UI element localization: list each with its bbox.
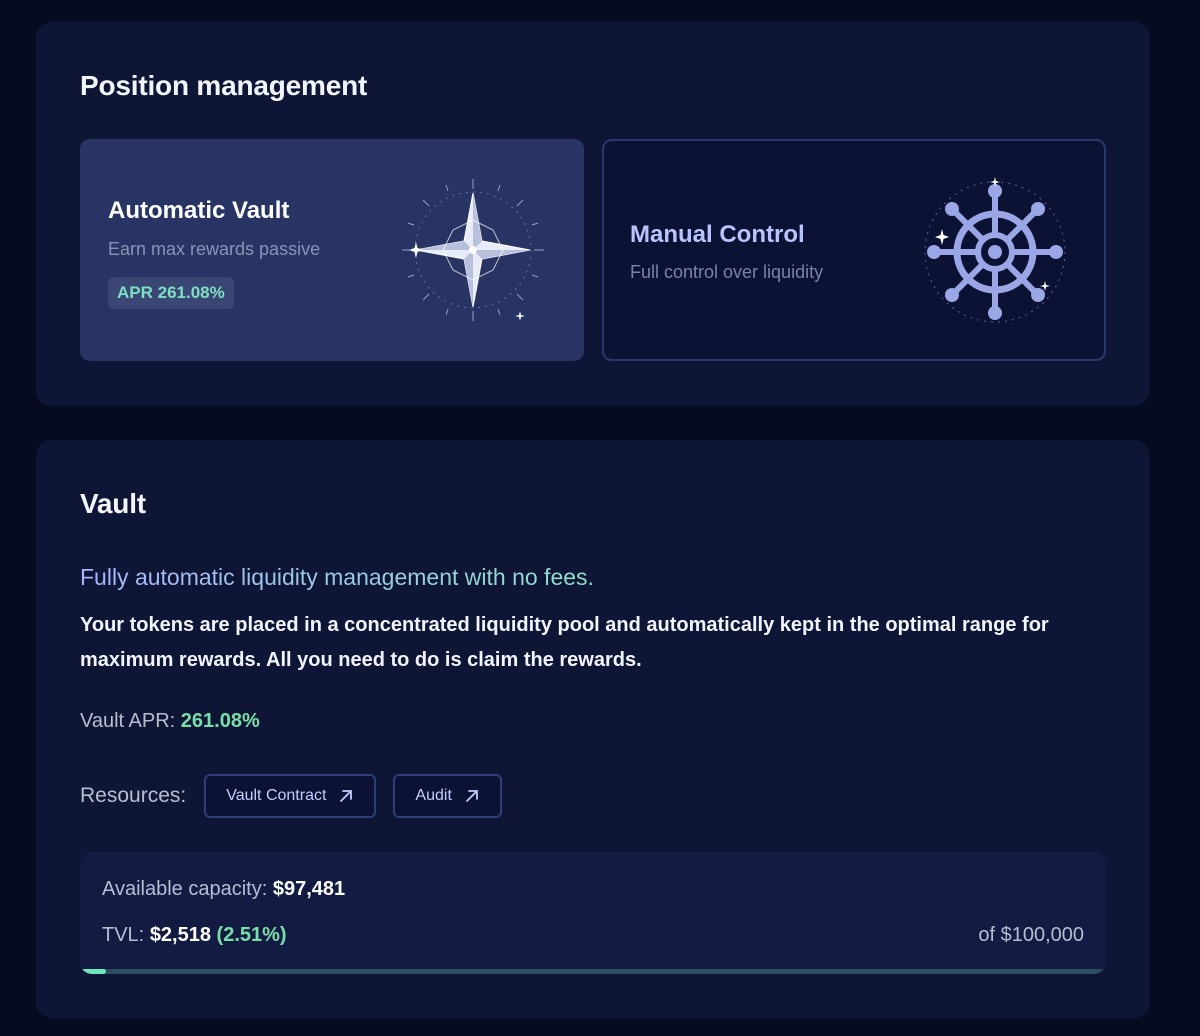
ship-wheel-icon	[924, 177, 1066, 323]
manual-control-title: Manual Control	[630, 221, 805, 248]
vault-headline: Fully automatic liquidity management wit…	[80, 564, 594, 590]
apr-badge: APR 261.08%	[108, 277, 234, 309]
vault-contract-label: Vault Contract	[226, 787, 327, 804]
manual-control-subtitle: Full control over liquidity	[630, 262, 824, 282]
vault-apr-value: 261.08%	[180, 710, 260, 732]
available-capacity-label: Available capacity:	[102, 878, 268, 900]
capacity-progress-track	[80, 969, 1106, 974]
compass-star-icon	[402, 179, 544, 321]
capacity-progress-fill	[80, 969, 106, 974]
automatic-vault-subtitle: Earn max rewards passive	[108, 239, 321, 259]
vault-apr: Vault APR: 261.08%	[80, 710, 260, 733]
available-capacity: Available capacity: $97,481	[102, 878, 345, 901]
vault-panel: Vault Fully automatic liquidity manageme…	[36, 440, 1150, 1018]
audit-link[interactable]: Audit	[393, 774, 502, 818]
manual-control-option[interactable]: Manual Control Full control over liquidi…	[602, 139, 1106, 361]
tvl: TVL: $2,518 (2.51%)	[102, 924, 287, 947]
automatic-vault-title: Automatic Vault	[108, 197, 290, 224]
position-management-panel: Position management Automatic Vault Earn…	[36, 22, 1150, 406]
vault-description: Your tokens are placed in a concentrated…	[80, 614, 1049, 671]
available-capacity-value: $97,481	[272, 878, 346, 900]
capacity-box: Available capacity: $97,481 TVL: $2,518 …	[80, 852, 1106, 974]
vault-title: Vault	[80, 488, 146, 519]
position-management-title: Position management	[80, 70, 368, 101]
tvl-percent: (2.51%)	[216, 924, 287, 946]
audit-label: Audit	[415, 787, 452, 804]
tvl-label: TVL:	[102, 924, 145, 946]
external-link-icon	[465, 790, 478, 802]
vault-apr-label: Vault APR:	[80, 710, 176, 732]
resources-row: Resources: Vault Contract Audit	[80, 774, 519, 818]
external-link-icon	[340, 790, 353, 802]
automatic-vault-option[interactable]: Automatic Vault Earn max rewards passive…	[80, 139, 584, 361]
resources-label: Resources:	[80, 784, 187, 807]
tvl-value: $2,518	[149, 924, 211, 946]
vault-contract-link[interactable]: Vault Contract	[204, 774, 377, 818]
capacity-total: of $100,000	[978, 924, 1084, 946]
